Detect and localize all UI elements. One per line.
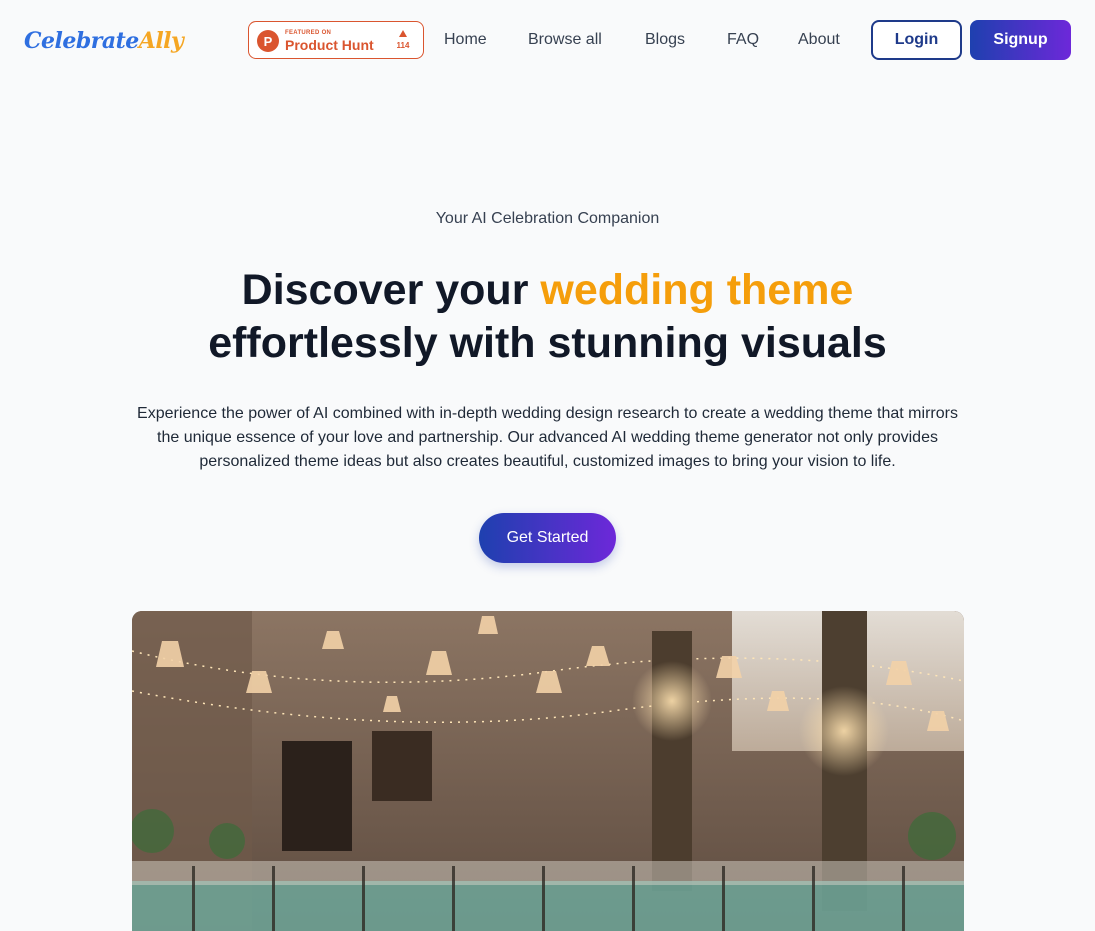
hero-description: Experience the power of AI combined with… [137,405,958,470]
login-button[interactable]: Login [871,20,962,60]
wedding-venue-illustration [132,611,964,931]
nav-link-blogs[interactable]: Blogs [645,30,685,50]
headline-start: Discover your [241,266,541,314]
product-hunt-upvote-count: 114 [396,41,410,50]
hero-headline: Discover your wedding theme effortlessly… [0,264,1095,370]
product-hunt-featured-label: FEATURED ON [285,30,332,36]
nav-link-faq[interactable]: FAQ [727,30,759,50]
product-hunt-badge[interactable]: P FEATURED ON Product Hunt 114 [248,21,424,59]
headline-end: effortlessly with stunning visuals [208,319,887,367]
nav-link-browse-all[interactable]: Browse all [528,30,602,50]
brand-logo[interactable]: CelebrateAlly [24,24,184,58]
signup-button[interactable]: Signup [970,20,1071,60]
nav-link-home[interactable]: Home [444,30,487,50]
hero-tagline: Your AI Celebration Companion [435,210,660,227]
headline-accent: wedding theme [540,266,854,314]
get-started-button[interactable]: Get Started [479,513,616,563]
upvote-arrow-icon [399,30,407,37]
product-hunt-name: Product Hunt [285,37,374,53]
product-hunt-icon: P [257,30,279,52]
hero-wedding-venue-image [132,611,964,931]
navbar: CelebrateAlly P FEATURED ON Product Hunt… [0,0,1095,80]
logo-text-part1: Celebrate [24,28,139,54]
nav-link-about[interactable]: About [798,30,840,50]
logo-text-part2: Ally [138,28,184,54]
